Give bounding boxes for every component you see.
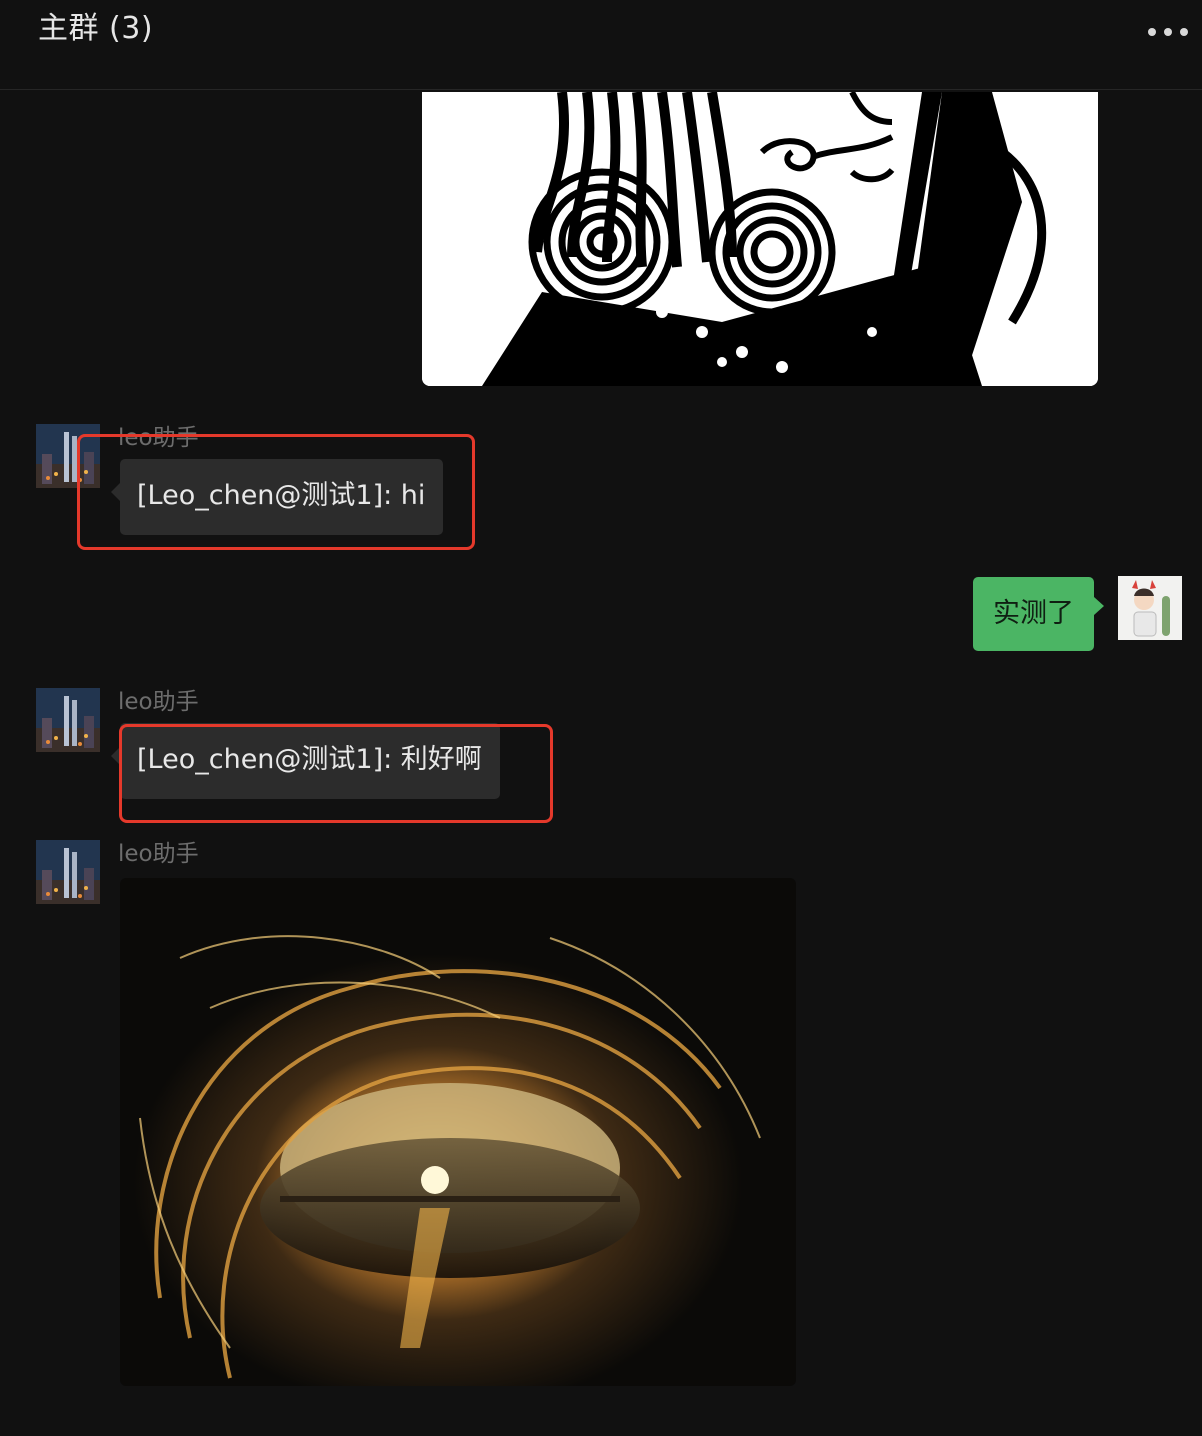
message-bubble-lihao[interactable]: [Leo_chen@测试1]: 利好啊: [111, 723, 500, 799]
user-avatar[interactable]: [1118, 576, 1182, 640]
city-night-avatar-icon: [36, 688, 100, 752]
outgoing-message-bubble[interactable]: 实测了: [973, 577, 1104, 651]
city-night-avatar[interactable]: [36, 688, 100, 752]
user-avatar-icon: [1118, 576, 1182, 640]
sunset-wave-image: [120, 878, 796, 1386]
chat-window: 主群 (3) leo助手 [Leo_chen@测试1]: hi 实测了 leo助…: [0, 0, 1202, 1436]
more-icon[interactable]: [1148, 22, 1188, 42]
city-night-avatar-icon: [36, 840, 100, 904]
city-night-avatar[interactable]: [36, 840, 100, 904]
sunset-wave-image-message[interactable]: [120, 878, 796, 1386]
city-night-avatar[interactable]: [36, 424, 100, 488]
playing-card-king-image: [422, 92, 1098, 386]
sender-name: leo助手: [118, 425, 199, 451]
city-night-avatar-icon: [36, 424, 100, 488]
chat-header: 主群 (3): [0, 0, 1202, 90]
message-bubble-hi[interactable]: [Leo_chen@测试1]: hi: [110, 459, 444, 535]
king-card-image-message[interactable]: [422, 92, 1098, 386]
chat-title: 主群 (3): [38, 11, 154, 46]
sender-name: leo助手: [118, 689, 199, 715]
sender-name: leo助手: [118, 841, 199, 867]
